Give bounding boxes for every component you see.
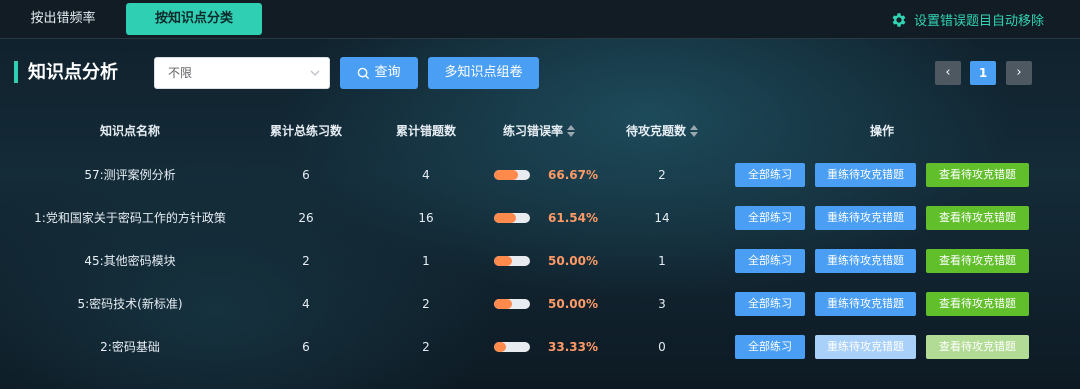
error-rate-progress-fill — [494, 213, 517, 223]
view-pending-errors-button[interactable]: 查看待攻克错题 — [926, 335, 1029, 359]
knowledge-name: 45:其他密码模块 — [84, 254, 176, 268]
knowledge-name: 57:测评案例分析 — [84, 168, 176, 182]
all-practice-button[interactable]: 全部练习 — [735, 249, 805, 273]
pagination-next-button[interactable]: › — [1006, 61, 1032, 85]
error-rate-progress-bar — [494, 213, 530, 223]
pending-count: 0 — [658, 340, 666, 354]
error-rate-value: 50.00% — [548, 297, 598, 311]
all-practice-button[interactable]: 全部练习 — [735, 292, 805, 316]
error-rate-value: 33.33% — [548, 340, 598, 354]
column-header-total-practice: 累计总练习数 — [269, 124, 342, 138]
pending-count: 14 — [654, 211, 670, 225]
total-practice-count: 2 — [302, 254, 310, 268]
chevron-down-icon — [310, 70, 320, 76]
view-pending-errors-button[interactable]: 查看待攻克错题 — [926, 206, 1029, 230]
error-rate-progress-bar — [494, 342, 530, 352]
tab-by-error-frequency[interactable]: 按出错频率 — [14, 3, 112, 35]
pagination-current-page[interactable]: 1 — [970, 61, 996, 85]
error-rate-progress-bar — [494, 256, 530, 266]
knowledge-name: 5:密码技术(新标准) — [77, 297, 183, 311]
page-title: 知识点分析 — [28, 62, 118, 83]
total-error-count: 4 — [422, 168, 430, 182]
error-rate-value: 61.54% — [548, 211, 598, 225]
title-accent-bar — [14, 61, 18, 83]
error-rate-progress-fill — [494, 342, 506, 352]
error-rate-value: 50.00% — [548, 254, 598, 268]
column-header-error-rate[interactable]: 练习错误率 — [494, 122, 584, 139]
filter-selected-value: 不限 — [168, 66, 193, 80]
error-rate-progress-fill — [494, 170, 518, 180]
error-rate-progress-fill — [494, 299, 512, 309]
table-row: 2:密码基础 6 2 33.33% 0 全部练习 重练待攻克错题 查看待攻克错题 — [0, 326, 1080, 369]
column-header-total-errors: 累计错题数 — [395, 124, 456, 138]
search-icon — [358, 67, 370, 79]
total-error-count: 2 — [422, 297, 430, 311]
total-practice-count: 4 — [302, 297, 310, 311]
pending-count: 1 — [658, 254, 666, 268]
all-practice-button[interactable]: 全部练习 — [735, 335, 805, 359]
table-row: 45:其他密码模块 2 1 50.00% 1 全部练习 重练待攻克错题 查看待攻克错题 — [0, 240, 1080, 283]
retrain-pending-errors-button[interactable]: 重练待攻克错题 — [815, 163, 916, 187]
total-error-count: 1 — [422, 254, 430, 268]
retrain-pending-errors-button[interactable]: 重练待攻克错题 — [815, 335, 916, 359]
multi-knowledge-compose-button[interactable]: 多知识点组卷 — [428, 57, 539, 89]
total-error-count: 2 — [422, 340, 430, 354]
all-practice-button[interactable]: 全部练习 — [735, 206, 805, 230]
gear-icon — [892, 12, 906, 27]
view-pending-errors-button[interactable]: 查看待攻克错题 — [926, 292, 1029, 316]
pagination-prev-button[interactable]: ‹ — [935, 61, 961, 85]
total-practice-count: 26 — [298, 211, 314, 225]
sort-icon[interactable] — [567, 124, 575, 137]
view-pending-errors-button[interactable]: 查看待攻克错题 — [926, 249, 1029, 273]
knowledge-filter-select[interactable]: 不限 — [154, 57, 330, 89]
error-rate-value: 66.67% — [548, 168, 598, 182]
search-button-label: 查询 — [374, 65, 401, 80]
top-tab-bar: 按出错频率 按知识点分类 设置错误题目自动移除 — [0, 0, 1080, 39]
pending-count: 2 — [658, 168, 666, 182]
table-row: 1:党和国家关于密码工作的方针政策 26 16 61.54% 14 全部练习 重练待攻克错题… — [0, 197, 1080, 240]
total-practice-count: 6 — [302, 168, 310, 182]
retrain-pending-errors-button[interactable]: 重练待攻克错题 — [815, 206, 916, 230]
total-practice-count: 6 — [302, 340, 310, 354]
settings-label: 设置错误题目自动移除 — [913, 14, 1044, 29]
error-rate-progress-fill — [494, 256, 512, 266]
sort-icon[interactable] — [690, 124, 698, 137]
retrain-pending-errors-button[interactable]: 重练待攻克错题 — [815, 292, 916, 316]
error-rate-progress-bar — [494, 170, 530, 180]
knowledge-name: 2:密码基础 — [100, 340, 160, 354]
retrain-pending-errors-button[interactable]: 重练待攻克错题 — [815, 249, 916, 273]
pending-count: 3 — [658, 297, 666, 311]
knowledge-name: 1:党和国家关于密码工作的方针政策 — [34, 211, 226, 225]
all-practice-button[interactable]: 全部练习 — [735, 163, 805, 187]
table-row: 5:密码技术(新标准) 4 2 50.00% 3 全部练习 重练待攻克错题 查看待攻克错题 — [0, 283, 1080, 326]
error-rate-progress-bar — [494, 299, 530, 309]
view-pending-errors-button[interactable]: 查看待攻克错题 — [926, 163, 1029, 187]
column-header-actions: 操作 — [869, 124, 894, 138]
table-row: 57:测评案例分析 6 4 66.67% 2 全部练习 重练待攻克错题 查看待攻克错题 — [0, 154, 1080, 197]
column-header-pending[interactable]: 待攻克题数 — [612, 122, 712, 139]
auto-remove-settings-link[interactable]: 设置错误题目自动移除 — [890, 10, 1044, 29]
column-header-name: 知识点名称 — [99, 124, 160, 138]
total-error-count: 16 — [418, 211, 434, 225]
search-button[interactable]: 查询 — [340, 57, 418, 89]
tab-by-knowledge-point[interactable]: 按知识点分类 — [126, 3, 262, 35]
